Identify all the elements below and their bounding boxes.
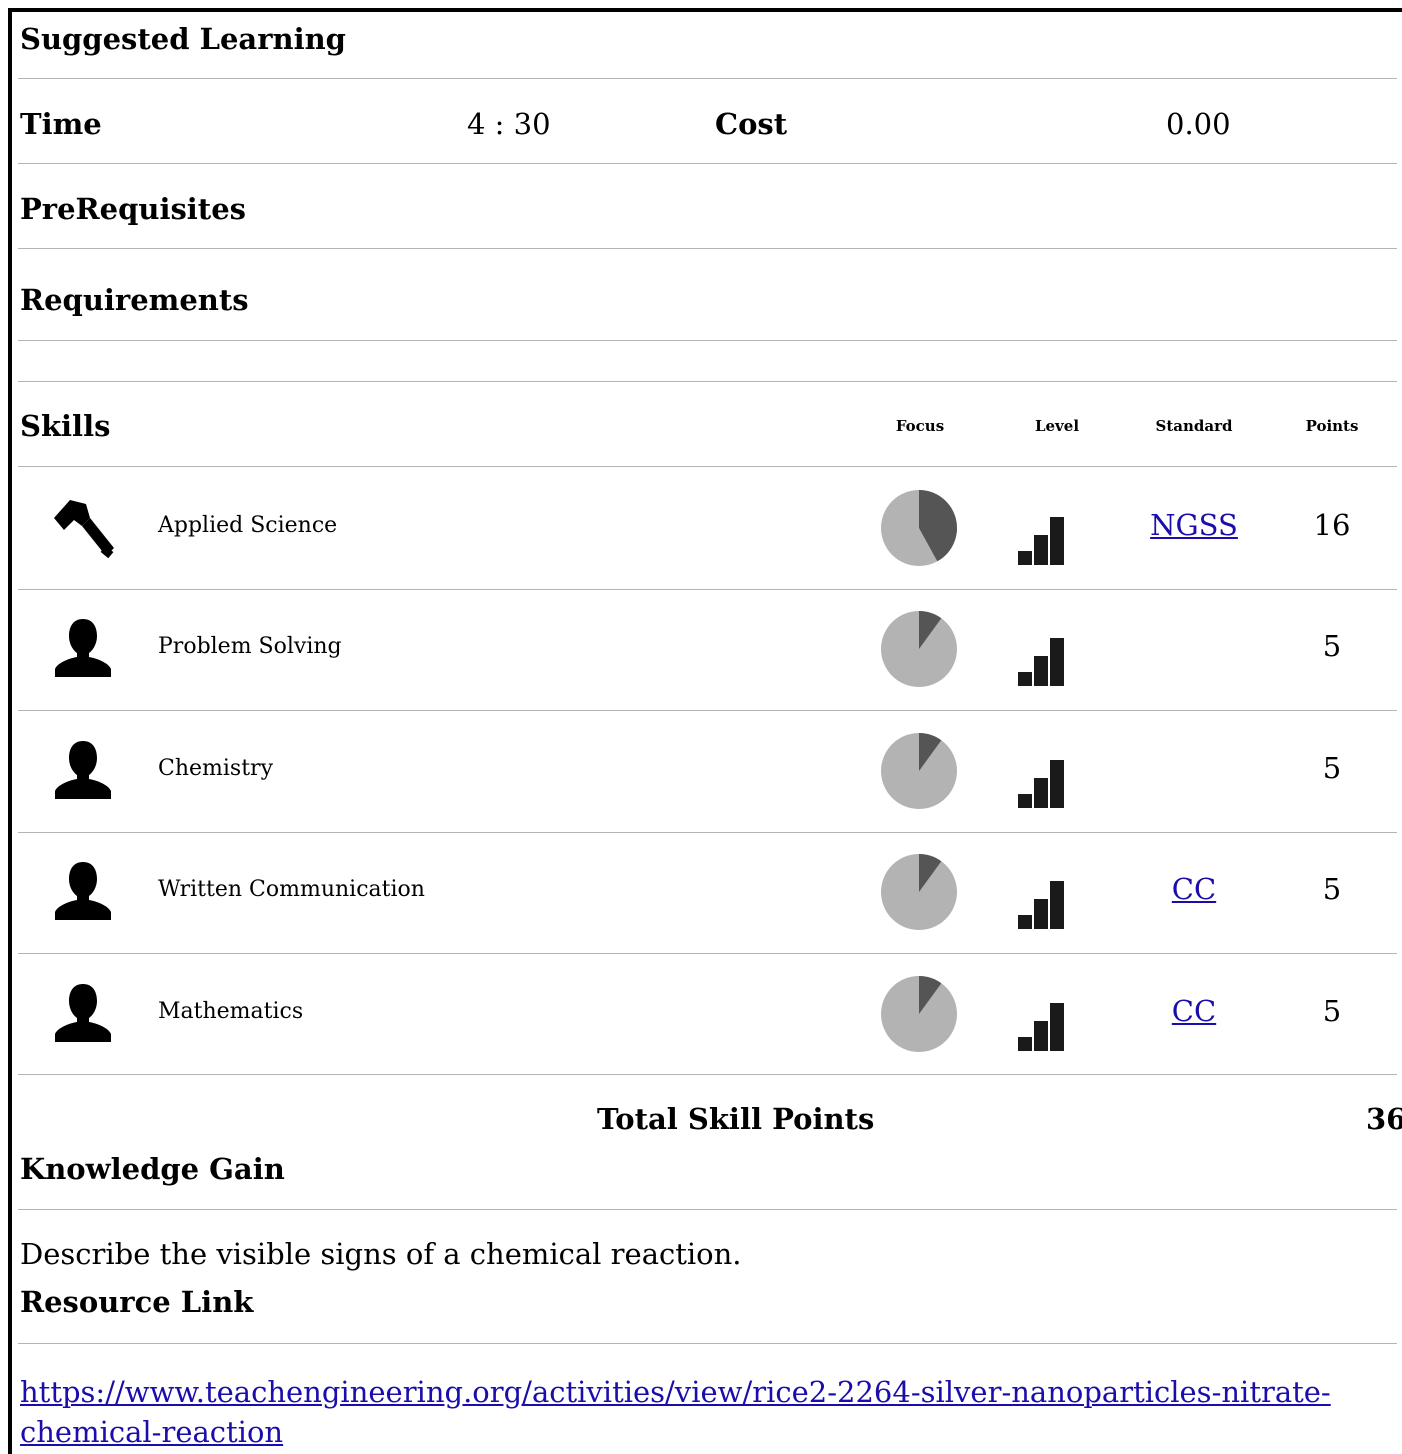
focus-pie-chart	[880, 975, 958, 1053]
skills-heading: Skills	[20, 409, 111, 443]
person-icon	[52, 860, 114, 922]
focus-column-header: Focus	[895, 417, 945, 435]
divider	[18, 248, 1397, 249]
level-bar	[1034, 656, 1048, 687]
focus-pie-chart	[880, 610, 958, 688]
level-bar	[1034, 777, 1048, 808]
standard-link[interactable]: CC	[1172, 872, 1216, 906]
focus-pie-chart	[880, 489, 958, 567]
level-bar	[1018, 550, 1032, 565]
skill-label: Problem Solving	[158, 634, 342, 660]
skill-label: Mathematics	[158, 998, 304, 1024]
level-bar	[1018, 1036, 1032, 1051]
standard-cell: NGSS	[1134, 508, 1254, 542]
level-column-header: Level	[1034, 417, 1080, 435]
level-bars-icon	[1018, 636, 1066, 687]
knowledge-gain-text: Describe the visible signs of a chemical…	[20, 1237, 742, 1271]
skill-points: 5	[1322, 872, 1342, 907]
total-skill-points-label: Total Skill Points	[597, 1102, 875, 1136]
level-bar	[1034, 534, 1048, 565]
level-bar	[1050, 1002, 1064, 1051]
cost-label: Cost	[715, 107, 788, 141]
resource-link-url-line2[interactable]: chemical-reaction	[20, 1415, 283, 1449]
level-bar	[1034, 899, 1048, 930]
prerequisites-heading: PreRequisites	[20, 192, 246, 226]
resource-link-url-line1[interactable]: https://www.teachengineering.org/activit…	[20, 1375, 1331, 1409]
hammer-icon	[52, 496, 118, 560]
level-bars-icon	[1018, 1001, 1066, 1051]
standard-link[interactable]: NGSS	[1150, 508, 1238, 542]
focus-pie-chart	[880, 853, 958, 931]
person-icon	[52, 617, 114, 679]
focus-pie-chart	[880, 732, 958, 810]
resource-link[interactable]: https://www.teachengineering.org/activit…	[20, 1372, 1331, 1452]
suggested-learning-heading: Suggested Learning	[20, 22, 346, 56]
level-bar	[1018, 915, 1032, 930]
skill-label: Written Communication	[158, 877, 425, 903]
points-column-header: Points	[1305, 417, 1359, 435]
divider	[18, 1343, 1397, 1344]
cost-value: 0.00	[1166, 107, 1231, 141]
skill-label: Applied Science	[158, 512, 338, 538]
level-bars-icon	[1018, 879, 1066, 930]
skill-points: 5	[1322, 629, 1342, 664]
resource-link-heading: Resource Link	[20, 1285, 254, 1319]
standard-column-header: Standard	[1155, 417, 1233, 435]
level-bars-icon	[1018, 758, 1066, 808]
skill-points: 5	[1322, 993, 1342, 1028]
level-bar	[1018, 793, 1032, 808]
level-bar	[1034, 1020, 1048, 1051]
divider	[18, 710, 1397, 711]
skill-label: Chemistry	[158, 755, 273, 781]
divider	[18, 381, 1397, 382]
standard-cell: CC	[1134, 872, 1254, 906]
person-icon	[52, 739, 114, 801]
divider	[18, 831, 1397, 833]
standard-cell: CC	[1134, 994, 1254, 1028]
level-bar	[1050, 759, 1064, 808]
level-bar	[1050, 881, 1064, 930]
divider	[18, 1209, 1397, 1210]
divider	[18, 1074, 1397, 1075]
level-bar	[1050, 516, 1064, 565]
knowledge-gain-heading: Knowledge Gain	[20, 1152, 285, 1186]
time-value: 4 : 30	[467, 107, 551, 141]
divider	[18, 163, 1397, 164]
standard-link[interactable]: CC	[1172, 994, 1216, 1028]
divider	[18, 78, 1397, 79]
divider	[18, 466, 1397, 467]
time-label: Time	[20, 107, 102, 141]
level-bar	[1018, 672, 1032, 687]
level-bars-icon	[1018, 515, 1066, 565]
divider	[18, 588, 1397, 590]
divider	[18, 340, 1397, 341]
requirements-heading: Requirements	[20, 283, 249, 317]
person-icon	[52, 982, 114, 1044]
skill-points: 5	[1322, 750, 1342, 785]
level-bar	[1050, 638, 1064, 687]
skill-points: 16	[1313, 507, 1351, 542]
total-skill-points-value: 36	[1366, 1102, 1402, 1136]
divider	[18, 953, 1397, 954]
